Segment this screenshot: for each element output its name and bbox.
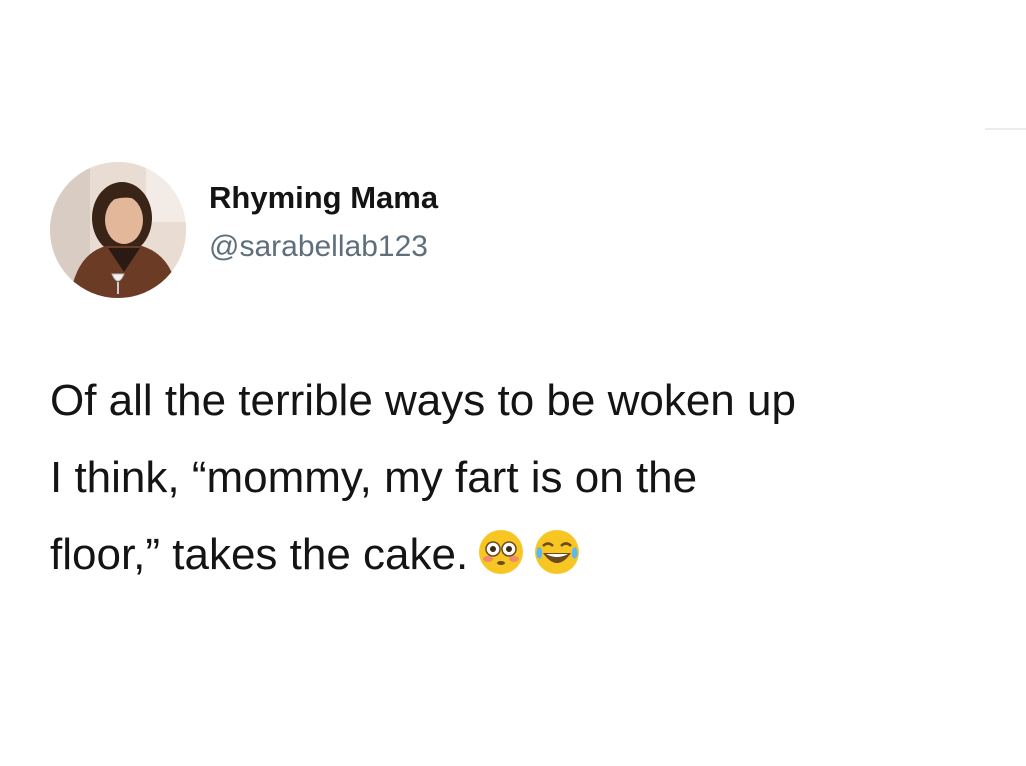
tweet-line-1: Of all the terrible ways to be woken up — [50, 376, 796, 425]
tweet-line-3-text: floor,” takes the cake. — [50, 530, 469, 579]
tweet-line-2: I think, “mommy, my fart is on the — [50, 453, 698, 502]
divider — [985, 128, 1026, 130]
tweet-line-3: floor,” takes the cake. — [50, 516, 990, 593]
author-name[interactable]: Rhyming Mama — [209, 180, 438, 216]
author-handle[interactable]: @sarabellab123 — [209, 230, 428, 264]
avatar-photo-icon — [50, 162, 186, 298]
flushed-face-icon — [478, 529, 524, 575]
avatar[interactable] — [50, 162, 186, 298]
tears-of-joy-face-icon — [534, 529, 580, 575]
tweet-text: Of all the terrible ways to be woken up … — [50, 362, 990, 593]
tweet-card: Rhyming Mama @sarabellab123 Of all the t… — [0, 0, 1026, 766]
